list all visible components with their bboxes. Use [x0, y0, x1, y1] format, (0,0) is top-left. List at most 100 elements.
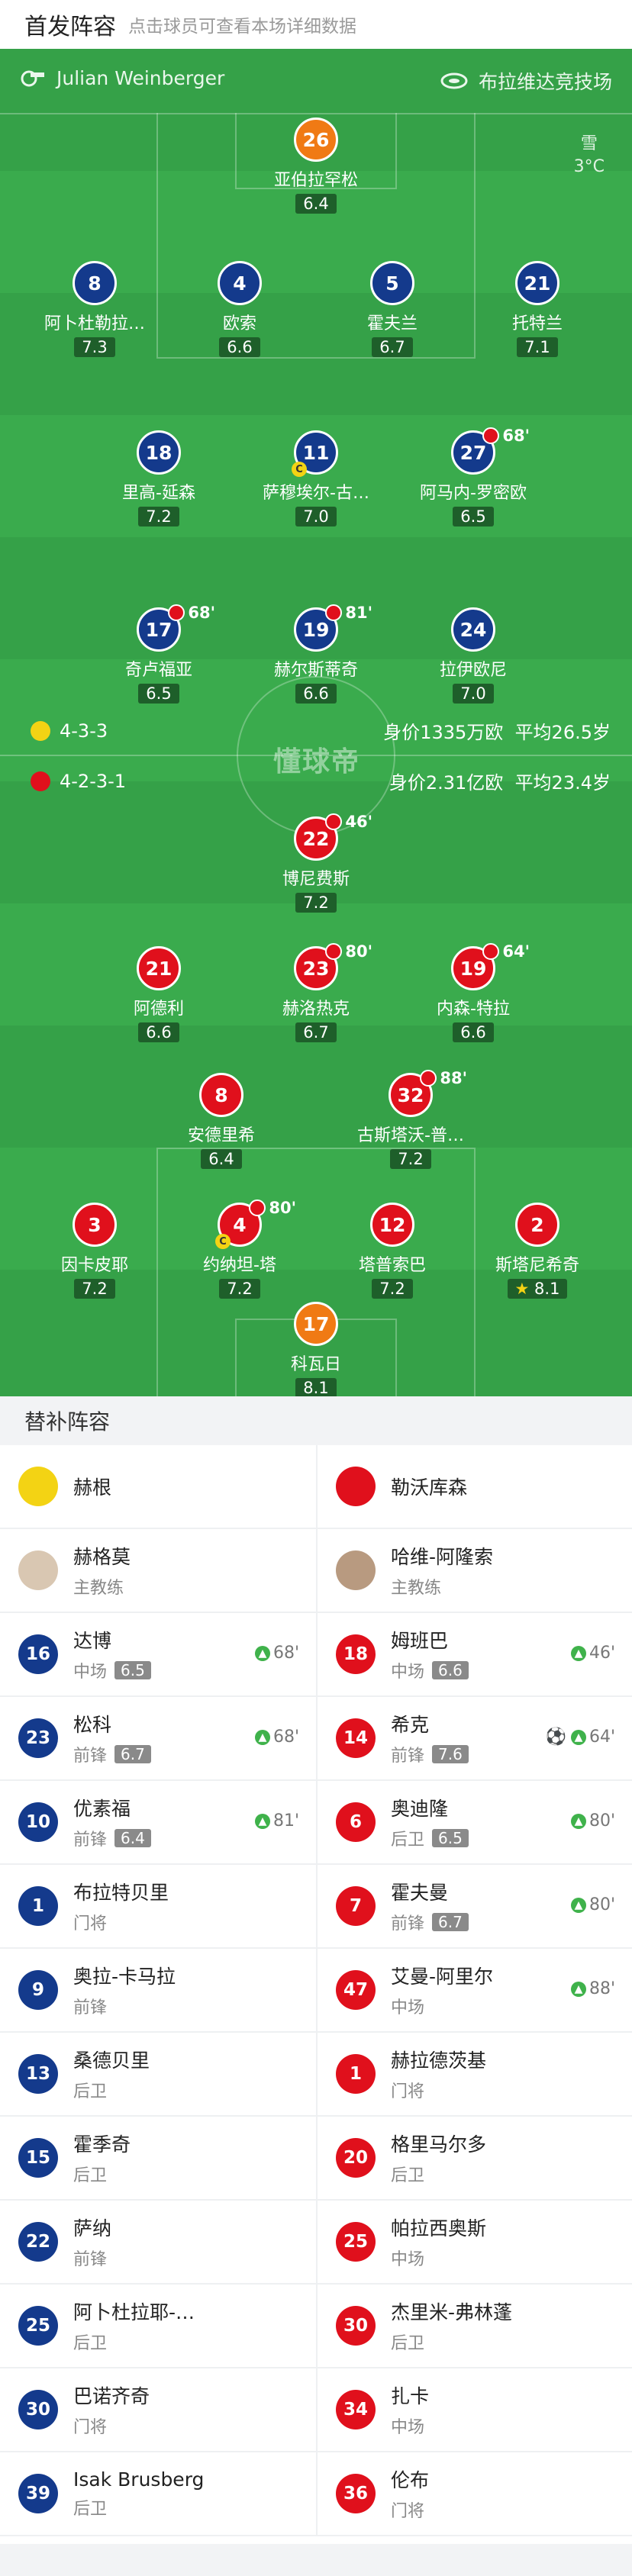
home-player[interactable]: 11 C 萨穆埃尔-古… 7.0 [251, 430, 381, 526]
home-coach-row[interactable]: 赫格莫 主教练 [0, 1529, 316, 1613]
bench-row[interactable]: 15 霍季奇 后卫 [0, 2117, 316, 2201]
player-position: 前锋 [391, 1914, 425, 1934]
player-number: 10 [18, 1802, 58, 1842]
bench-row[interactable]: 6 奥迪隆 后卫 6.5 ▲ 80' [318, 1781, 632, 1865]
player-name: 姆班巴 [391, 1630, 449, 1652]
sub-out-icon [325, 943, 343, 960]
home-player[interactable]: 18 里高-延森 7.2 [94, 430, 224, 526]
sub-in: ▲ 88' [570, 1979, 615, 1998]
bench-row[interactable]: 7 霍夫曼 前锋 6.7 ▲ 80' [318, 1865, 632, 1949]
bench-row[interactable]: 36 伦布 门将 [318, 2452, 632, 2536]
player-rating: 6.6 [295, 684, 337, 704]
bench-row[interactable]: 14 希克 前锋 7.6 ⚽ ▲ 64' [318, 1697, 632, 1781]
player-position: 后卫 [73, 2334, 108, 2353]
pitch: Julian Weinberger 布拉维达竞技场 雪 3°C 懂球帝 26 亚… [0, 49, 632, 1396]
player-rating: 6.5 [138, 684, 179, 704]
player-number: 7 [336, 1886, 376, 1926]
player-name: 阿马内-罗密欧 [420, 484, 527, 503]
bench-row[interactable]: 10 优素福 前锋 6.4 ▲ 81' [0, 1781, 316, 1865]
bench-row[interactable]: 13 桑德贝里 后卫 [0, 2033, 316, 2117]
away-player[interactable]: 32 88' 古斯塔沃-普… 7.2 [346, 1069, 476, 1169]
player-rating: 7.6 [432, 1745, 469, 1763]
away-team-row[interactable]: 勒沃库森 [318, 1445, 632, 1529]
player-name: 亚伯拉罕松 [273, 171, 358, 190]
player-rating: 7.2 [372, 1279, 413, 1299]
substitution-out: 64' [482, 942, 530, 961]
bench-row[interactable]: 23 松科 前锋 6.7 ▲ 68' [0, 1697, 316, 1781]
home-player[interactable]: 24 拉伊欧尼 7.0 [408, 607, 538, 704]
player-name: 斯塔尼希奇 [495, 1256, 579, 1275]
away-team-badge-icon [31, 771, 50, 791]
away-player[interactable]: 4C 80' 约纳坦-塔 7.2 [175, 1199, 305, 1299]
player-number-text: 4 [233, 1213, 247, 1236]
bench-row[interactable]: 47 艾曼-阿里尔 中场 ▲ 88' [318, 1949, 632, 2033]
player-rating: 6.5 [432, 1829, 469, 1847]
away-coach-row[interactable]: 哈维-阿隆索 主教练 [318, 1529, 632, 1613]
player-rating: 8.1 [295, 1378, 337, 1396]
weather-label: 雪 [580, 134, 598, 153]
away-player[interactable]: 2 斯塔尼希奇 ★ 8.1 [472, 1203, 602, 1299]
home-team-age: 平均26.5岁 [514, 722, 611, 743]
away-player[interactable]: 19 64' 内森-特拉 6.6 [408, 942, 538, 1042]
coach-name: 哈维-阿隆索 [391, 1546, 494, 1568]
venue: 布拉维达竞技场 [440, 67, 612, 95]
player-name: 萨纳 [73, 2217, 112, 2240]
player-number: 22 46' [294, 813, 372, 861]
sub-time: 80' [588, 1895, 615, 1914]
away-player[interactable]: 22 46' 博尼费斯 7.2 [251, 813, 381, 913]
bench-row[interactable]: 20 格里马尔多 后卫 [318, 2117, 632, 2201]
bench-row[interactable]: 39 Isak Brusberg 后卫 [0, 2452, 316, 2536]
away-player[interactable]: 3 因卡皮耶 7.2 [30, 1203, 160, 1299]
bench-row[interactable]: 16 达博 中场 6.5 ▲ 68' [0, 1613, 316, 1697]
bench-row[interactable]: 30 杰里米-弗林蓬 后卫 [318, 2285, 632, 2368]
substitution-out: 88' [420, 1069, 467, 1087]
home-player[interactable]: 21 托特兰 7.1 [472, 261, 602, 357]
bench-row[interactable]: 18 姆班巴 中场 6.6 ▲ 46' [318, 1613, 632, 1697]
sub-in-icon: ▲ [254, 1729, 270, 1745]
whistle-icon [21, 70, 44, 86]
player-position: 门将 [391, 2502, 425, 2521]
home-player[interactable]: 17 68' 奇卢福亚 6.5 [94, 604, 224, 704]
home-player[interactable]: 27 68' 阿马内-罗密欧 6.5 [408, 427, 538, 526]
bench-row[interactable]: 30 巴诺齐奇 门将 [0, 2368, 316, 2452]
away-team-value: 身价2.31亿欧 [389, 772, 504, 794]
home-player[interactable]: 19 81' 赫尔斯蒂奇 6.6 [251, 604, 381, 704]
home-player[interactable]: 4 欧索 6.6 [175, 261, 305, 357]
home-player[interactable]: 8 阿卜杜勒拉… 7.3 [30, 261, 160, 357]
goal-icon: ⚽ [545, 1728, 566, 1747]
bench-row[interactable]: 25 阿卜杜拉耶-… 后卫 [0, 2285, 316, 2368]
player-number: 23 80' [294, 942, 372, 990]
coach-name: 赫格莫 [73, 1546, 131, 1568]
player-position: 门将 [73, 1914, 108, 1934]
sub-in-icon: ▲ [570, 1645, 586, 1661]
away-player[interactable]: 21 阿德利 6.6 [94, 946, 224, 1042]
player-number: 26 [294, 118, 338, 162]
home-player[interactable]: 26 亚伯拉罕松 6.4 [251, 118, 381, 214]
home-player[interactable]: 5 霍夫兰 6.7 [327, 261, 457, 357]
player-rating: 6.6 [219, 337, 260, 357]
player-position: 后卫 [391, 1831, 425, 1850]
away-player[interactable]: 8 安德里希 6.4 [156, 1073, 286, 1169]
player-name: 霍夫兰 [366, 314, 418, 333]
bench-row[interactable]: 9 奥拉-卡马拉 前锋 [0, 1949, 316, 2033]
away-player[interactable]: 23 80' 赫洛热克 6.7 [251, 942, 381, 1042]
bench-row[interactable]: 25 帕拉西奥斯 中场 [318, 2201, 632, 2285]
player-number: 15 [18, 2138, 58, 2178]
sub-time: 81' [272, 1811, 299, 1831]
footer-spacer [0, 2544, 632, 2576]
sub-time: 68' [272, 1728, 299, 1747]
bench-row[interactable]: 34 扎卡 中场 [318, 2368, 632, 2452]
player-name: 托特兰 [511, 314, 563, 333]
player-name: 桑德贝里 [73, 2050, 150, 2072]
away-player[interactable]: 12 塔普索巴 7.2 [327, 1203, 457, 1299]
bench-row[interactable]: 1 布拉特贝里 门将 [0, 1865, 316, 1949]
sub-time: 68' [188, 604, 215, 622]
bench-row[interactable]: 1 赫拉德茨基 门将 [318, 2033, 632, 2117]
player-rating: 6.4 [201, 1149, 242, 1169]
bench-row[interactable]: 22 萨纳 前锋 [0, 2201, 316, 2285]
player-position: 后卫 [73, 2166, 108, 2185]
home-team-row[interactable]: 赫根 [0, 1445, 316, 1529]
away-player[interactable]: 17 科瓦日 8.1 [251, 1302, 381, 1396]
player-rating: 6.4 [295, 194, 337, 214]
away-team-age: 平均23.4岁 [514, 772, 611, 794]
